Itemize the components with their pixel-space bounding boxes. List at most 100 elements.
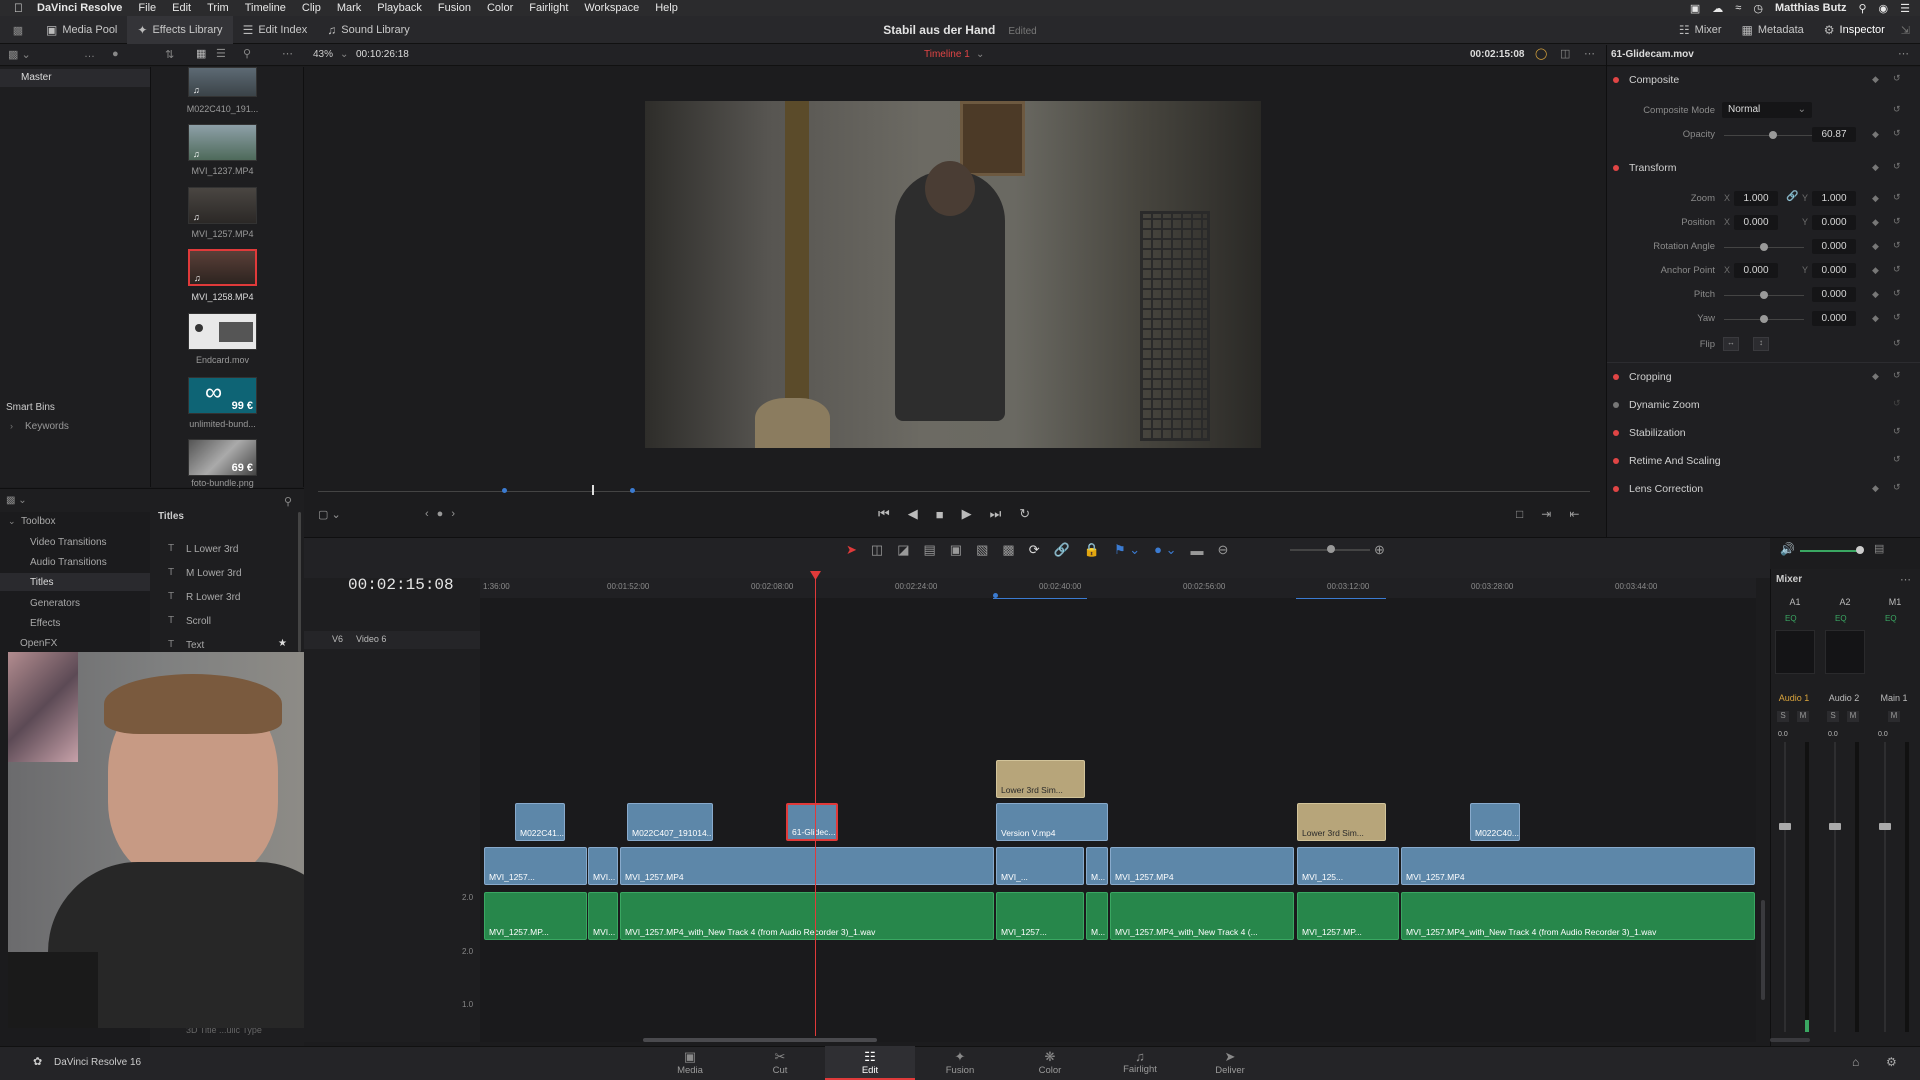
timeline-ruler[interactable] — [480, 578, 1756, 598]
search-bin-icon[interactable]: ⚲ — [243, 47, 251, 60]
position-x-value[interactable]: 0.000 — [1734, 215, 1778, 230]
menu-workspace[interactable]: Workspace — [584, 2, 639, 14]
title-scroll[interactable]: Scroll — [186, 616, 211, 627]
eq-button[interactable]: EQ — [1785, 614, 1797, 623]
media-pool-button[interactable]: ▣ Media Pool — [36, 16, 127, 44]
reset-icon[interactable]: ↺ — [1893, 104, 1901, 115]
sort-icon[interactable]: ⇅ — [165, 48, 174, 61]
video-clip[interactable]: MVI_... — [996, 847, 1084, 885]
jog-left-icon[interactable]: ‹ — [425, 508, 429, 520]
overwrite-clip-icon[interactable]: ▧ — [976, 542, 988, 558]
fader-track[interactable] — [1884, 742, 1886, 1032]
app-menu[interactable]: DaVinci Resolve — [37, 2, 122, 14]
zoom-x-value[interactable]: 1.000 — [1734, 191, 1778, 206]
menu-edit[interactable]: Edit — [172, 2, 191, 14]
menu-trim[interactable]: Trim — [207, 2, 229, 14]
meter-icon[interactable]: ▤ — [1874, 542, 1884, 555]
dot-icon[interactable]: ● — [112, 48, 119, 60]
snapping-icon[interactable]: ⟳ — [1029, 542, 1040, 558]
title-m-lower-3rd[interactable]: M Lower 3rd — [186, 568, 242, 579]
menu-mark[interactable]: Mark — [337, 2, 361, 14]
keyframe-icon[interactable]: ◆ — [1872, 265, 1879, 276]
page-tab-deliver[interactable]: ➤ Deliver — [1185, 1046, 1275, 1080]
viewer-layout-icon[interactable]: ▢ ⌄ — [318, 508, 341, 521]
category-audio-transitions[interactable]: Audio Transitions — [30, 557, 107, 568]
toolbox-header[interactable]: Toolbox — [21, 516, 55, 527]
keyframe-icon[interactable]: ◆ — [1872, 289, 1879, 300]
enable-dot-icon[interactable] — [1613, 374, 1619, 380]
replace-clip-icon[interactable]: ▩ — [1002, 542, 1014, 558]
video-clip[interactable]: M022C41... — [515, 803, 565, 841]
keyframe-icon[interactable]: ◆ — [1872, 241, 1879, 252]
enable-dot-icon[interactable] — [1613, 165, 1619, 171]
dynamic-trim-icon[interactable]: ◪ — [897, 542, 909, 558]
keyframe-icon[interactable]: ◆ — [1872, 74, 1879, 85]
effects-panel-toggle-icon[interactable]: ▩ ⌄ — [6, 495, 27, 506]
inspector-button[interactable]: ⚙ Inspector — [1814, 16, 1895, 44]
retime-scaling-section[interactable]: Retime And Scaling — [1613, 455, 1721, 467]
menu-file[interactable]: File — [138, 2, 156, 14]
fader-knob[interactable] — [1779, 823, 1791, 830]
page-tab-edit[interactable]: ☷ Edit — [825, 1046, 915, 1080]
list-view-icon[interactable]: ☰ — [216, 47, 226, 60]
reset-icon[interactable]: ↺ — [1893, 264, 1901, 275]
video-clip[interactable]: M... — [1086, 847, 1108, 885]
notification-icon[interactable]: ☰ — [1900, 2, 1910, 15]
video-clip[interactable]: MVI_125... — [1297, 847, 1399, 885]
keyframe-icon[interactable]: ◆ — [1872, 217, 1879, 228]
solo-button[interactable]: S — [1777, 711, 1789, 722]
zoom-y-value[interactable]: 1.000 — [1812, 191, 1856, 206]
reset-icon[interactable]: ↺ — [1893, 192, 1901, 203]
video-clip[interactable]: MVI... — [588, 847, 618, 885]
video-clip[interactable]: MVI_1257.MP4 — [1401, 847, 1755, 885]
volume-icon[interactable]: 🔊 — [1780, 542, 1795, 556]
menu-fairlight[interactable]: Fairlight — [529, 2, 568, 14]
reset-icon[interactable]: ↺ — [1893, 426, 1901, 437]
eq-button[interactable]: EQ — [1835, 614, 1847, 623]
scrollbar[interactable] — [298, 512, 301, 652]
page-tab-media[interactable]: ▣ Media — [645, 1046, 735, 1080]
blade-tool-icon[interactable]: ▤ — [924, 542, 936, 558]
anchor-x-value[interactable]: 0.000 — [1734, 263, 1778, 278]
keyframe-icon[interactable]: ◆ — [1872, 483, 1879, 494]
anchor-y-value[interactable]: 0.000 — [1812, 263, 1856, 278]
title-text[interactable]: Text — [186, 640, 204, 651]
pan-control[interactable] — [1825, 630, 1865, 674]
flip-horizontal-button[interactable]: ↔ — [1723, 337, 1739, 351]
chevron-down-icon[interactable]: ⌄ — [8, 516, 16, 527]
flag-icon[interactable]: ⚑ ⌄ — [1114, 542, 1140, 558]
stabilization-section[interactable]: Stabilization — [1613, 427, 1686, 439]
viewer-options-icon[interactable]: ⋯ — [1584, 47, 1595, 60]
mixer-scrollbar[interactable] — [1770, 1038, 1810, 1042]
loop-icon[interactable]: ↻ — [1019, 506, 1030, 522]
opacity-value[interactable]: 60.87 — [1812, 127, 1856, 142]
video-clip[interactable]: Version V.mp4 — [996, 803, 1108, 841]
cropping-section[interactable]: Cropping — [1613, 371, 1672, 383]
metadata-button[interactable]: ▦ Metadata — [1732, 16, 1814, 44]
audio-clip[interactable]: MVI_1257.MP... — [484, 892, 587, 940]
title-l-lower-3rd[interactable]: L Lower 3rd — [186, 544, 238, 555]
chevron-right-icon[interactable]: › — [10, 421, 13, 431]
layout-icon[interactable]: ▩ — [0, 24, 36, 37]
fader-knob[interactable] — [1879, 823, 1891, 830]
reset-icon[interactable]: ↺ — [1893, 398, 1901, 409]
timeline-dropdown-icon[interactable]: ⌄ — [976, 49, 984, 60]
timeline-scrollbar[interactable] — [643, 1038, 877, 1042]
keyframe-icon[interactable]: ◆ — [1872, 193, 1879, 204]
options-icon[interactable]: ⋯ — [282, 47, 293, 60]
keyframe-icon[interactable]: ◆ — [1872, 129, 1879, 140]
timeline-zoom-handle[interactable] — [1327, 545, 1335, 553]
clip-thumbnail[interactable]: 69 € — [188, 439, 257, 476]
timeline-vertical-scrollbar[interactable] — [1761, 900, 1765, 1000]
reset-icon[interactable]: ↺ — [1893, 370, 1901, 381]
select-tool-icon[interactable]: ➤ — [846, 542, 857, 558]
category-openfx[interactable]: OpenFX — [20, 638, 57, 649]
enable-dot-icon[interactable] — [1613, 402, 1619, 408]
composite-section[interactable]: Composite — [1613, 74, 1679, 86]
next-edit-icon[interactable]: ⇥ — [1541, 507, 1551, 521]
reset-icon[interactable]: ↺ — [1893, 240, 1901, 251]
timeline-selector[interactable]: Timeline 1 — [924, 49, 970, 60]
category-video-transitions[interactable]: Video Transitions — [30, 537, 107, 548]
fader-track[interactable] — [1834, 742, 1836, 1032]
menu-color[interactable]: Color — [487, 2, 513, 14]
